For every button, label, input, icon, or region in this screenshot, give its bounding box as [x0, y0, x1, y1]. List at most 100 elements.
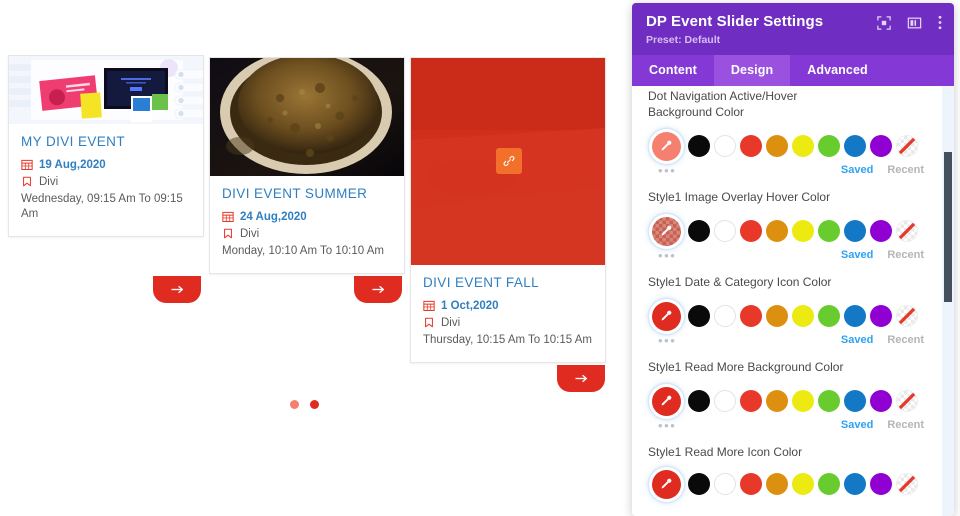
event-card-image — [411, 58, 605, 265]
eyedropper-icon — [661, 225, 672, 236]
read-more-button[interactable] — [153, 276, 201, 303]
event-card-date-row: 1 Oct,2020 — [423, 299, 593, 313]
settings-panel-header: DP Event Slider Settings Preset: Default — [632, 3, 954, 55]
swatch-blue[interactable] — [844, 305, 866, 327]
swatch-orange[interactable] — [766, 305, 788, 327]
layout-panel-icon[interactable] — [907, 16, 922, 30]
tab-design[interactable]: Design — [713, 55, 791, 86]
swatch-white[interactable] — [714, 220, 736, 242]
swatch-yellow[interactable] — [792, 220, 814, 242]
swatch-white[interactable] — [714, 135, 736, 157]
event-card-body: MY DIVI EVENT 19 Aug,2020 Divi Wednesday… — [9, 124, 203, 236]
slider-dot[interactable] — [290, 400, 299, 409]
swatch-orange[interactable] — [766, 220, 788, 242]
event-card-body: DIVI EVENT SUMMER 24 Aug,2020 Divi Monda… — [210, 176, 404, 273]
swatch-black[interactable] — [688, 473, 710, 495]
swatch-purple[interactable] — [870, 305, 892, 327]
swatch-green[interactable] — [818, 220, 840, 242]
swatch-yellow[interactable] — [792, 305, 814, 327]
swatch-red[interactable] — [740, 473, 762, 495]
color-picker-button[interactable] — [648, 299, 684, 333]
recent-tab[interactable]: Recent — [887, 249, 924, 261]
swatch-blue[interactable] — [844, 135, 866, 157]
swatch-green[interactable] — [818, 305, 840, 327]
arrow-right-icon — [171, 285, 183, 294]
color-picker-button[interactable] — [648, 214, 684, 248]
color-picker-button[interactable] — [648, 467, 684, 501]
swatch-red[interactable] — [740, 390, 762, 412]
more-colors-button[interactable]: ••• — [648, 334, 676, 347]
recent-tab[interactable]: Recent — [887, 164, 924, 176]
read-more-button[interactable] — [354, 276, 402, 303]
more-colors-button[interactable]: ••• — [648, 164, 676, 177]
tab-advanced[interactable]: Advanced — [790, 55, 885, 86]
design-portfolio-mockup-icon — [9, 56, 203, 124]
color-swatch-row — [648, 214, 940, 248]
more-colors-button[interactable]: ••• — [648, 419, 676, 432]
swatch-purple[interactable] — [870, 135, 892, 157]
color-picker-button[interactable] — [648, 129, 684, 163]
swatch-transparent[interactable] — [896, 473, 918, 495]
swatch-yellow[interactable] — [792, 390, 814, 412]
swatch-white[interactable] — [714, 305, 736, 327]
color-field: Dot Navigation Active/Hover Background C… — [648, 86, 940, 179]
header-icon-group — [877, 15, 942, 30]
swatch-green[interactable] — [818, 473, 840, 495]
saved-tab[interactable]: Saved — [841, 249, 873, 261]
swatch-blue[interactable] — [844, 473, 866, 495]
eyedropper-icon — [661, 310, 672, 321]
event-card[interactable]: MY DIVI EVENT 19 Aug,2020 Divi Wednesday… — [8, 55, 204, 303]
link-icon — [503, 155, 515, 167]
bookmark-icon — [23, 176, 31, 187]
event-card-category: Divi — [240, 228, 260, 241]
swatch-green[interactable] — [818, 135, 840, 157]
swatch-orange[interactable] — [766, 390, 788, 412]
swatch-black[interactable] — [688, 220, 710, 242]
swatch-orange[interactable] — [766, 135, 788, 157]
swatch-purple[interactable] — [870, 473, 892, 495]
swatch-green[interactable] — [818, 390, 840, 412]
color-picker-button[interactable] — [648, 384, 684, 418]
swatch-yellow[interactable] — [792, 473, 814, 495]
swatch-black[interactable] — [688, 135, 710, 157]
swatch-red[interactable] — [740, 135, 762, 157]
read-more-button[interactable] — [557, 365, 605, 392]
swatch-yellow[interactable] — [792, 135, 814, 157]
color-field: Style1 Date & Category Icon Color ••• Sa… — [648, 264, 940, 349]
swatch-transparent[interactable] — [896, 390, 918, 412]
recent-tab[interactable]: Recent — [887, 334, 924, 346]
swatch-white[interactable] — [714, 390, 736, 412]
event-card-date-row: 24 Aug,2020 — [222, 210, 392, 224]
swatch-transparent[interactable] — [896, 220, 918, 242]
field-label: Style1 Image Overlay Hover Color — [648, 190, 831, 204]
preset-selector[interactable]: Preset: Default — [646, 34, 940, 46]
swatch-red[interactable] — [740, 220, 762, 242]
recent-tab[interactable]: Recent — [887, 419, 924, 431]
slider-dot-active[interactable] — [310, 400, 319, 409]
saved-tab[interactable]: Saved — [841, 164, 873, 176]
swatch-red[interactable] — [740, 305, 762, 327]
swatch-transparent[interactable] — [896, 135, 918, 157]
event-card[interactable]: DIVI EVENT SUMMER 24 Aug,2020 Divi Monda… — [209, 57, 405, 303]
swatch-purple[interactable] — [870, 220, 892, 242]
swatch-black[interactable] — [688, 305, 710, 327]
swatch-blue[interactable] — [844, 220, 866, 242]
more-vertical-icon[interactable] — [938, 15, 942, 30]
vertical-scrollbar-track[interactable] — [942, 86, 954, 516]
swatch-orange[interactable] — [766, 473, 788, 495]
more-colors-button[interactable]: ••• — [648, 249, 676, 262]
swatch-purple[interactable] — [870, 390, 892, 412]
event-card[interactable]: DIVI EVENT FALL 1 Oct,2020 Divi Thursday… — [410, 57, 606, 392]
event-card-time: Wednesday, 09:15 Am To 09:15 Am — [21, 193, 183, 221]
vertical-scrollbar[interactable] — [944, 152, 952, 302]
event-card-date: 19 Aug,2020 — [39, 159, 106, 172]
swatch-blue[interactable] — [844, 390, 866, 412]
swatch-transparent[interactable] — [896, 305, 918, 327]
focus-icon[interactable] — [877, 15, 891, 30]
saved-tab[interactable]: Saved — [841, 419, 873, 431]
link-button[interactable] — [496, 148, 522, 174]
swatch-white[interactable] — [714, 473, 736, 495]
swatch-black[interactable] — [688, 390, 710, 412]
tab-content[interactable]: Content — [632, 55, 714, 86]
saved-tab[interactable]: Saved — [841, 334, 873, 346]
